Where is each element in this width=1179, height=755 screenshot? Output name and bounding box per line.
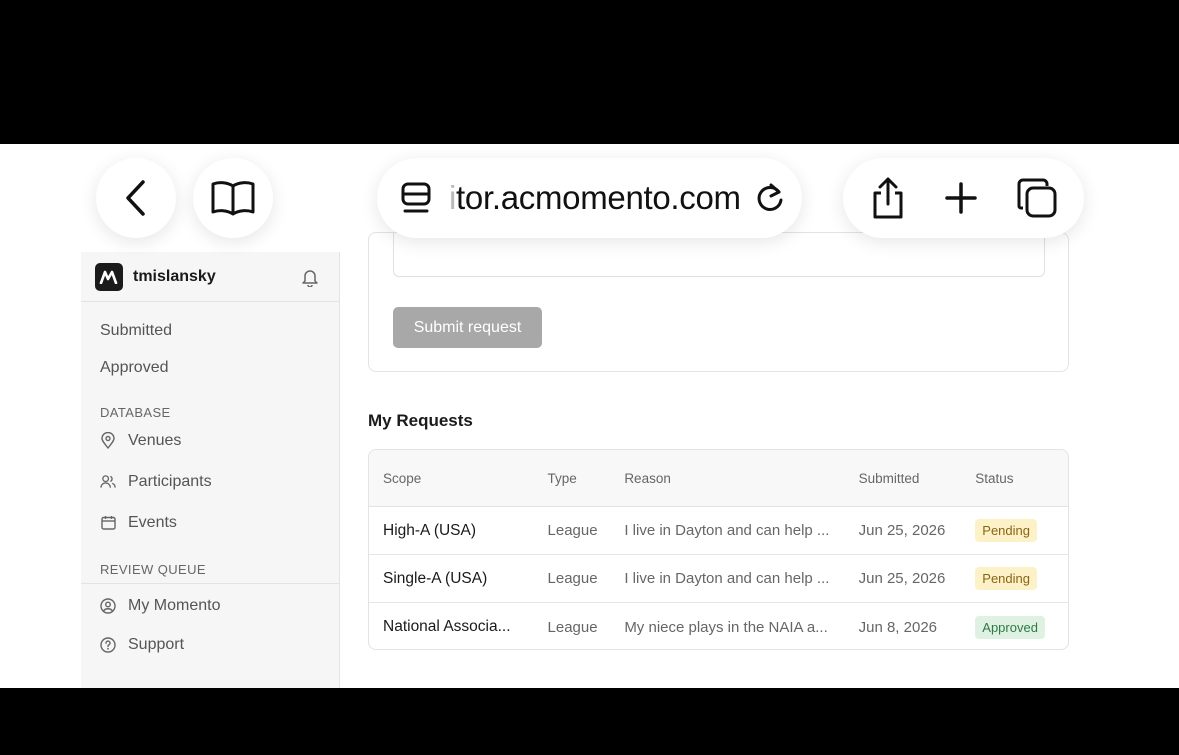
reload-icon[interactable] — [755, 182, 785, 214]
sidebar-item-support[interactable]: Support — [81, 625, 339, 664]
back-button[interactable] — [96, 158, 176, 238]
sidebar-item-label: My Momento — [128, 596, 221, 614]
cell-reason: I live in Dayton and can help ... — [624, 570, 830, 587]
requests-table: Scope Type Reason Submitted Status High-… — [368, 449, 1069, 650]
cell-status: Pending — [961, 519, 1068, 542]
cell-scope: High-A (USA) — [383, 521, 477, 539]
sidebar-header: tmislansky — [81, 252, 339, 302]
sidebar-item-label: Support — [128, 635, 185, 653]
calendar-icon — [100, 515, 116, 530]
section-label-review-queue: REVIEW QUEUE — [100, 562, 206, 577]
cell-reason: I live in Dayton and can help ... — [624, 522, 830, 539]
cell-scope: National Associa... — [383, 618, 511, 635]
browser-viewport: itor.acmomento.com tmislansky Submitted … — [0, 144, 1179, 688]
main-content: Submit request My Requests Scope Type Re… — [340, 232, 1179, 688]
request-form-card: Submit request — [368, 232, 1069, 372]
table-row[interactable]: National Associa... League My niece play… — [369, 603, 1068, 649]
cell-submitted: Jun 8, 2026 — [858, 618, 938, 636]
sidebar-item-my-momento[interactable]: My Momento — [81, 586, 339, 625]
cell-submitted: Jun 25, 2026 — [858, 522, 946, 539]
user-circle-icon — [100, 597, 116, 614]
sidebar-item-participants[interactable]: Participants — [81, 461, 339, 502]
sidebar-item-label: Venues — [128, 431, 182, 449]
status-badge: Pending — [975, 567, 1037, 590]
table-row[interactable]: Single-A (USA) League I live in Dayton a… — [369, 555, 1068, 603]
sidebar-item-submitted[interactable]: Submitted — [81, 312, 339, 349]
cell-type: League — [547, 570, 598, 587]
sidebar-item-label: Participants — [128, 472, 212, 490]
share-icon[interactable] — [870, 176, 906, 220]
sidebar-item-events[interactable]: Events — [81, 502, 339, 543]
cell-type: League — [547, 522, 598, 539]
sidebar-item-approved[interactable]: Approved — [81, 349, 339, 386]
chevron-left-icon — [121, 179, 151, 217]
bell-icon[interactable] — [301, 268, 319, 287]
cell-submitted: Jun 25, 2026 — [858, 570, 946, 587]
column-header-reason[interactable]: Reason — [610, 471, 844, 486]
url-text: itor.acmomento.com — [449, 179, 741, 216]
sidebar-item-venues[interactable]: Venues — [81, 420, 339, 461]
reason-textarea[interactable] — [393, 233, 1045, 277]
tabs-overview-icon[interactable] — [1017, 178, 1057, 218]
address-bar[interactable]: itor.acmomento.com — [377, 158, 802, 238]
section-label-database: DATABASE — [100, 405, 171, 420]
bookmarks-button[interactable] — [193, 158, 273, 238]
table-row[interactable]: High-A (USA) League I live in Dayton and… — [369, 507, 1068, 555]
cell-scope: Single-A (USA) — [383, 569, 488, 587]
status-badge: Pending — [975, 519, 1037, 542]
sidebar: tmislansky Submitted Approved DATABASE V… — [81, 252, 340, 688]
cell-status: Approved — [961, 615, 1068, 639]
cell-reason: My niece plays in the NAIA a... — [624, 618, 828, 636]
app-logo[interactable] — [95, 262, 123, 291]
column-header-submitted[interactable]: Submitted — [845, 471, 962, 486]
tab-layout-icon[interactable] — [401, 182, 431, 214]
cell-status: Pending — [961, 567, 1068, 590]
help-circle-icon — [100, 636, 116, 653]
browser-actions — [843, 158, 1084, 238]
username: tmislansky — [133, 267, 216, 285]
table-header: Scope Type Reason Submitted Status — [369, 450, 1068, 507]
status-badge: Approved — [975, 615, 1045, 639]
submit-request-button[interactable]: Submit request — [393, 307, 542, 348]
users-icon — [100, 474, 116, 489]
sidebar-item-label: Events — [128, 513, 177, 531]
plus-icon[interactable] — [944, 181, 978, 215]
column-header-type[interactable]: Type — [534, 471, 611, 486]
section-title: My Requests — [368, 411, 473, 430]
cell-type: League — [547, 618, 598, 636]
book-open-icon — [210, 180, 256, 216]
map-pin-icon — [100, 432, 116, 449]
column-header-status[interactable]: Status — [961, 471, 1068, 486]
column-header-scope[interactable]: Scope — [369, 471, 534, 486]
